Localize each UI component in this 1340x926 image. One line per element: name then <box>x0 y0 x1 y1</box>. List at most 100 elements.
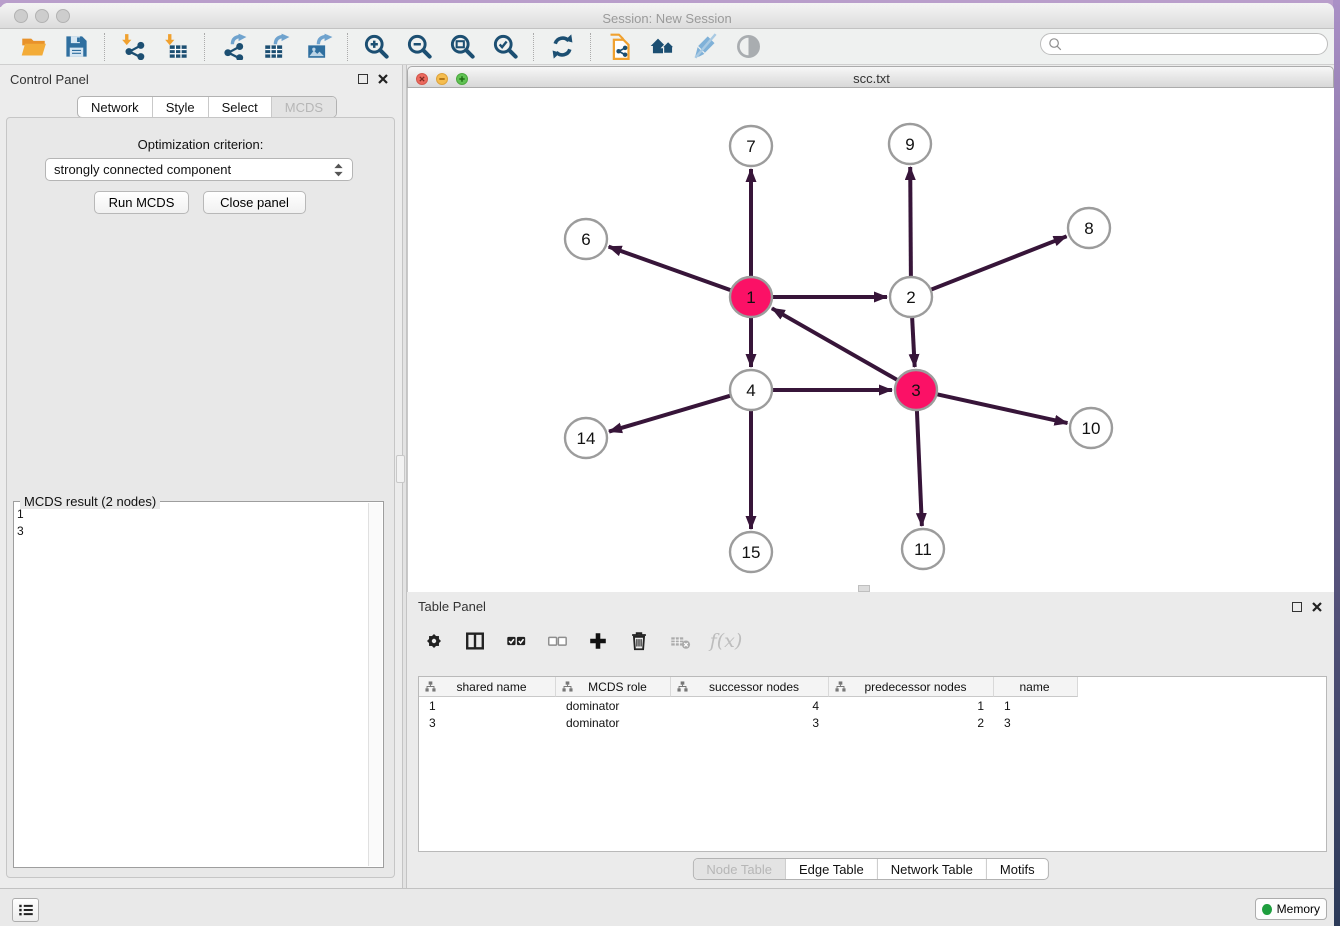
zoom-in-icon <box>363 33 390 60</box>
delete-row-button[interactable] <box>626 628 652 654</box>
graph-node-6[interactable]: 6 <box>565 219 607 259</box>
graph-node-8[interactable]: 8 <box>1068 208 1110 248</box>
table-settings-icon <box>423 630 445 652</box>
hide-selected-button[interactable] <box>684 30 727 64</box>
export-table-button[interactable] <box>255 30 298 64</box>
tab-mcds[interactable]: MCDS <box>271 97 336 117</box>
graph-edge-2-9[interactable] <box>910 167 911 277</box>
graph-node-9[interactable]: 9 <box>889 124 931 164</box>
table-tab-edge-table[interactable]: Edge Table <box>785 859 877 879</box>
export-network-button[interactable] <box>212 30 255 64</box>
export-table-icon <box>263 33 290 60</box>
zoom-selected-button[interactable] <box>484 30 527 64</box>
refresh-button[interactable] <box>541 30 584 64</box>
table-row[interactable]: 3dominator323 <box>419 714 1326 731</box>
network-from-selection-icon <box>606 33 633 60</box>
graph-node-10[interactable]: 10 <box>1070 408 1112 448</box>
session-title: Session: New Session <box>0 11 1334 26</box>
desktop-background-right <box>1333 0 1340 926</box>
import-table-icon <box>163 33 190 60</box>
graph-edge-3-10[interactable] <box>937 394 1068 423</box>
zoom-out-button[interactable] <box>398 30 441 64</box>
tab-style[interactable]: Style <box>152 97 208 117</box>
table-settings-button[interactable] <box>421 628 447 654</box>
task-history-button[interactable] <box>12 898 39 922</box>
graph-node-2[interactable]: 2 <box>890 277 932 317</box>
memory-button[interactable]: Memory <box>1255 898 1327 920</box>
table-panel-tabs: Node TableEdge TableNetwork TableMotifs <box>692 858 1048 880</box>
graph-node-1[interactable]: 1 <box>730 277 772 317</box>
mcds-result-line: 3 <box>17 523 365 540</box>
column-header-shared-name[interactable]: shared name <box>419 677 556 697</box>
add-row-button[interactable] <box>585 628 611 654</box>
cell-name: 3 <box>994 716 1078 730</box>
search-input[interactable] <box>1064 36 1327 53</box>
table-panel-float-button[interactable] <box>1292 602 1302 612</box>
graph-edge-2-8[interactable] <box>931 236 1067 289</box>
tree-icon <box>835 681 846 692</box>
control-panel-title: Control Panel <box>10 72 358 87</box>
column-header-name[interactable]: name <box>994 677 1078 697</box>
control-panel-close-button[interactable] <box>378 74 388 84</box>
show-columns-button[interactable] <box>462 628 488 654</box>
zoom-fit-icon <box>449 33 476 60</box>
graph-edge-2-3[interactable] <box>912 317 915 367</box>
memory-status-dot <box>1262 904 1272 915</box>
tab-select[interactable]: Select <box>208 97 271 117</box>
graph-edge-3-11[interactable] <box>917 410 922 526</box>
graph-edge-1-6[interactable] <box>609 247 732 291</box>
column-header-mcds-role[interactable]: MCDS role <box>556 677 671 697</box>
import-table-button[interactable] <box>155 30 198 64</box>
network-canvas[interactable]: 7 9 6 8 1 2 4 3 14 10 15 11 <box>407 88 1334 592</box>
select-all-button[interactable] <box>503 628 529 654</box>
show-all-button[interactable] <box>727 30 770 64</box>
table-tab-node-table[interactable]: Node Table <box>693 859 785 879</box>
search-box[interactable] <box>1040 33 1328 55</box>
export-image-button[interactable] <box>298 30 341 64</box>
graph-node-7[interactable]: 7 <box>730 126 772 166</box>
node-table[interactable]: shared nameMCDS rolesuccessor nodesprede… <box>418 676 1327 852</box>
close-panel-button[interactable]: Close panel <box>203 191 306 214</box>
control-panel-float-button[interactable] <box>358 74 368 84</box>
network-window-title: scc.txt <box>408 71 1335 86</box>
graph-node-4[interactable]: 4 <box>730 370 772 410</box>
network-from-selection-button[interactable] <box>598 30 641 64</box>
toolbar-separator <box>204 33 206 61</box>
svg-text:4: 4 <box>746 381 755 400</box>
vertical-splitter-handle[interactable] <box>396 455 405 483</box>
svg-text:2: 2 <box>906 288 915 307</box>
delete-column-button[interactable] <box>667 628 693 654</box>
open-session-button[interactable] <box>12 30 55 64</box>
svg-text:8: 8 <box>1084 219 1093 238</box>
memory-label: Memory <box>1277 902 1320 916</box>
graph-node-11[interactable]: 11 <box>902 529 944 569</box>
function-builder-button[interactable]: f(x) <box>708 628 744 654</box>
unselect-all-button[interactable] <box>544 628 570 654</box>
criterion-select[interactable]: strongly connected component <box>45 158 353 181</box>
graph-edge-4-14[interactable] <box>609 396 731 432</box>
table-tab-network-table[interactable]: Network Table <box>877 859 986 879</box>
svg-text:1: 1 <box>746 288 755 307</box>
import-network-button[interactable] <box>112 30 155 64</box>
graph-node-3[interactable]: 3 <box>895 370 937 410</box>
graph-edge-3-1[interactable] <box>772 308 898 380</box>
table-tab-motifs[interactable]: Motifs <box>986 859 1048 879</box>
table-panel: Table Panel f(x) shared nameMCDS rolesuc… <box>407 592 1334 888</box>
network-window-titlebar: scc.txt <box>407 66 1334 88</box>
select-stepper-icon <box>333 162 344 178</box>
column-header-predecessor-nodes[interactable]: predecessor nodes <box>829 677 994 697</box>
graph-node-14[interactable]: 14 <box>565 418 607 458</box>
save-session-button[interactable] <box>55 30 98 64</box>
zoom-fit-button[interactable] <box>441 30 484 64</box>
run-mcds-button[interactable]: Run MCDS <box>94 191 189 214</box>
table-panel-close-button[interactable] <box>1312 602 1322 612</box>
column-header-successor-nodes[interactable]: successor nodes <box>671 677 829 697</box>
first-neighbors-button[interactable] <box>641 30 684 64</box>
table-row[interactable]: 1dominator411 <box>419 697 1326 714</box>
mcds-result-scrollbar[interactable] <box>368 503 382 866</box>
zoom-in-button[interactable] <box>355 30 398 64</box>
graph-node-15[interactable]: 15 <box>730 532 772 572</box>
export-network-icon <box>220 33 247 60</box>
horizontal-splitter-handle[interactable] <box>858 585 870 592</box>
tab-network[interactable]: Network <box>78 97 152 117</box>
